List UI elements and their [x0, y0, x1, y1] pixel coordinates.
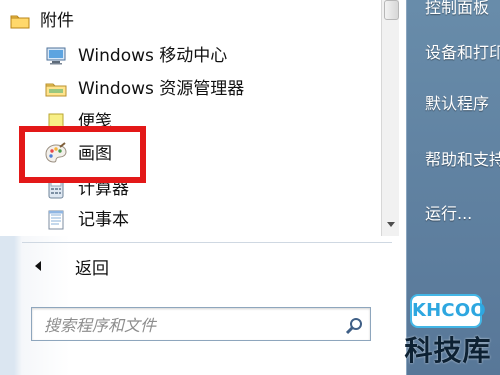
- program-label: 记事本: [78, 210, 129, 230]
- right-menu-label: 设备和打印机: [425, 43, 500, 62]
- search-icon[interactable]: [344, 316, 364, 336]
- programs-scrollbar[interactable]: [381, 0, 399, 236]
- right-menu-default-programs[interactable]: 默认程序: [425, 92, 489, 116]
- program-label: Windows 移动中心: [78, 46, 228, 66]
- sticky-notes-icon: [44, 110, 68, 134]
- program-item-notepad[interactable]: 记事本: [44, 206, 129, 234]
- start-menu-left-panel: 附件 Windows 移动中心 Windows 资源管理器 便笺 画图 计算器 …: [0, 0, 407, 375]
- right-menu-control-panel[interactable]: 控制面板: [425, 0, 489, 20]
- program-label: 画图: [78, 144, 112, 164]
- start-menu-screen: 附件 Windows 移动中心 Windows 资源管理器 便笺 画图 计算器 …: [0, 0, 500, 375]
- explorer-folder-icon: [44, 77, 68, 101]
- right-menu-devices-printers[interactable]: 设备和打印机: [425, 41, 500, 65]
- folder-label: 附件: [40, 11, 74, 31]
- paint-palette-icon: [44, 142, 68, 166]
- search-input[interactable]: 搜索程序和文件: [31, 307, 371, 341]
- right-menu-label: 运行...: [425, 204, 473, 223]
- search-placeholder: 搜索程序和文件: [44, 316, 157, 335]
- program-item-windows-mobility-center[interactable]: Windows 移动中心: [44, 42, 227, 70]
- folder-icon: [8, 9, 32, 33]
- mobility-center-icon: [44, 44, 68, 68]
- program-label: Windows 资源管理器: [78, 79, 245, 99]
- calculator-icon: [44, 177, 68, 201]
- notepad-icon: [44, 208, 68, 232]
- scroll-down-arrow-icon[interactable]: [384, 218, 398, 232]
- programs-list: 附件 Windows 移动中心 Windows 资源管理器 便笺 画图 计算器 …: [0, 0, 400, 236]
- program-item-sticky-notes[interactable]: 便笺: [44, 108, 112, 136]
- scrollbar-thumb[interactable]: [384, 0, 399, 20]
- program-label: 计算器: [78, 179, 129, 199]
- back-arrow-icon: [32, 260, 44, 272]
- start-menu-right-panel: 控制面板 设备和打印机 默认程序 帮助和支持 运行...: [407, 0, 500, 375]
- back-button[interactable]: 返回: [32, 252, 109, 280]
- menu-separator: [22, 242, 392, 243]
- program-item-paint[interactable]: 画图: [44, 140, 112, 168]
- right-menu-run[interactable]: 运行...: [425, 202, 472, 226]
- right-menu-label: 默认程序: [425, 94, 490, 113]
- back-label: 返回: [75, 258, 109, 279]
- program-label: 便笺: [78, 112, 112, 132]
- folder-accessories[interactable]: 附件: [8, 7, 74, 35]
- right-menu-help-support[interactable]: 帮助和支持: [425, 148, 500, 172]
- program-item-calculator[interactable]: 计算器: [44, 175, 129, 203]
- right-menu-label: 帮助和支持: [425, 150, 500, 169]
- program-item-windows-explorer[interactable]: Windows 资源管理器: [44, 75, 244, 103]
- right-menu-label: 控制面板: [425, 0, 490, 17]
